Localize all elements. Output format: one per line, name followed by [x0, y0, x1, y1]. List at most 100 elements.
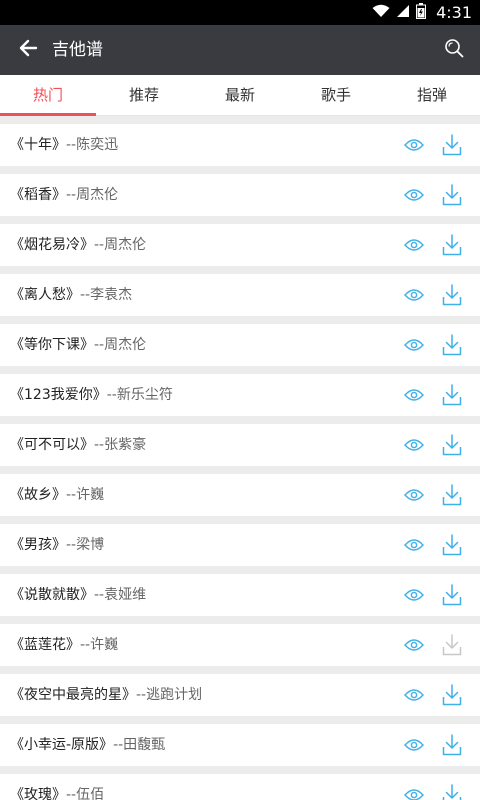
- list-item[interactable]: 《稻香》--周杰伦: [0, 174, 480, 216]
- tab-fingerstyle[interactable]: 指弹: [384, 75, 480, 115]
- download-icon[interactable]: [441, 283, 463, 307]
- wifi-icon: [372, 3, 390, 22]
- song-title: 《夜空中最亮的星》: [10, 687, 136, 703]
- eye-icon[interactable]: [403, 435, 425, 455]
- download-icon[interactable]: [441, 533, 463, 557]
- song-title: 《123我爱你》: [10, 387, 107, 403]
- download-icon[interactable]: [441, 183, 463, 207]
- song-artist: --周杰伦: [94, 337, 147, 353]
- eye-icon[interactable]: [403, 235, 425, 255]
- song-list: 《十年》--陈奕迅 《稻香》--周杰伦 《烟花易冷》--周杰伦 《离人愁》--李袁杰《…: [0, 124, 480, 800]
- song-artist: --周杰伦: [94, 237, 147, 253]
- search-button[interactable]: [438, 34, 470, 66]
- list-item[interactable]: 《故乡》--许巍: [0, 474, 480, 516]
- signal-icon: [396, 3, 410, 22]
- eye-icon[interactable]: [403, 185, 425, 205]
- download-icon[interactable]: [441, 683, 463, 707]
- song-title: 《稻香》: [10, 187, 66, 203]
- eye-icon[interactable]: [403, 335, 425, 355]
- song-title: 《烟花易冷》: [10, 237, 94, 253]
- list-item[interactable]: 《蓝莲花》--许巍: [0, 624, 480, 666]
- tab-latest[interactable]: 最新: [192, 75, 288, 115]
- song-artist: --周杰伦: [66, 187, 119, 203]
- song-title: 《小幸运-原版》: [10, 737, 114, 753]
- song-entry: 《十年》--陈奕迅: [10, 124, 118, 166]
- song-entry: 《烟花易冷》--周杰伦: [10, 224, 146, 266]
- download-icon[interactable]: [441, 733, 463, 757]
- tab-hot[interactable]: 热门: [0, 75, 96, 116]
- list-item[interactable]: 《夜空中最亮的星》--逃跑计划: [0, 674, 480, 716]
- eye-icon[interactable]: [403, 785, 425, 800]
- tab-bar: 热门 推荐 最新 歌手 指弹: [0, 75, 480, 116]
- song-title: 《男孩》: [10, 537, 66, 553]
- tab-singers[interactable]: 歌手: [288, 75, 384, 115]
- song-artist: --梁博: [66, 537, 105, 553]
- song-entry: 《说散就散》--袁娅维: [10, 574, 146, 616]
- song-title: 《玫瑰》: [10, 787, 66, 800]
- eye-icon[interactable]: [403, 735, 425, 755]
- download-icon[interactable]: [441, 233, 463, 257]
- song-artist: --逃跑计划: [136, 687, 203, 703]
- list-item[interactable]: 《可不可以》--张紫豪: [0, 424, 480, 466]
- download-icon[interactable]: [441, 383, 463, 407]
- eye-icon[interactable]: [403, 635, 425, 655]
- download-icon[interactable]: [441, 433, 463, 457]
- song-title: 《蓝莲花》: [10, 637, 80, 653]
- status-bar: 4:31: [0, 0, 480, 25]
- download-icon[interactable]: [441, 133, 463, 157]
- song-entry: 《玫瑰》--伍佰: [10, 774, 104, 800]
- list-item[interactable]: 《男孩》--梁博: [0, 524, 480, 566]
- song-artist: --袁娅维: [94, 587, 147, 603]
- eye-icon[interactable]: [403, 135, 425, 155]
- list-item[interactable]: 《烟花易冷》--周杰伦: [0, 224, 480, 266]
- download-icon[interactable]: [441, 583, 463, 607]
- song-artist: --许巍: [80, 637, 119, 653]
- song-title: 《等你下课》: [10, 337, 94, 353]
- search-icon: [444, 38, 464, 62]
- song-entry: 《男孩》--梁博: [10, 524, 104, 566]
- status-icons: 4:31: [372, 0, 472, 25]
- page-title: 吉他谱: [52, 40, 103, 60]
- download-icon[interactable]: [441, 483, 463, 507]
- arrow-left-icon: [18, 38, 38, 62]
- eye-icon[interactable]: [403, 385, 425, 405]
- song-entry: 《稻香》--周杰伦: [10, 174, 118, 216]
- song-entry: 《等你下课》--周杰伦: [10, 324, 146, 366]
- list-item[interactable]: 《等你下课》--周杰伦: [0, 324, 480, 366]
- list-item[interactable]: 《说散就散》--袁娅维: [0, 574, 480, 616]
- song-title: 《说散就散》: [10, 587, 94, 603]
- song-title: 《离人愁》: [10, 287, 80, 303]
- song-entry: 《故乡》--许巍: [10, 474, 104, 516]
- list-item[interactable]: 《123我爱你》--新乐尘符: [0, 374, 480, 416]
- download-icon[interactable]: [441, 333, 463, 357]
- eye-icon[interactable]: [403, 285, 425, 305]
- download-icon[interactable]: [441, 783, 463, 800]
- song-artist: --伍佰: [66, 787, 105, 800]
- eye-icon[interactable]: [403, 485, 425, 505]
- download-icon: [441, 633, 463, 657]
- list-item[interactable]: 《小幸运-原版》--田馥甄: [0, 724, 480, 766]
- tab-recommended[interactable]: 推荐: [96, 75, 192, 115]
- eye-icon[interactable]: [403, 535, 425, 555]
- song-artist: --田馥甄: [113, 737, 166, 753]
- song-artist: --李袁杰: [80, 287, 133, 303]
- song-entry: 《可不可以》--张紫豪: [10, 424, 146, 466]
- back-button[interactable]: [12, 34, 44, 66]
- list-item[interactable]: 《玫瑰》--伍佰: [0, 774, 480, 800]
- song-artist: --许巍: [66, 487, 105, 503]
- song-entry: 《123我爱你》--新乐尘符: [10, 374, 173, 416]
- eye-icon[interactable]: [403, 585, 425, 605]
- eye-icon[interactable]: [403, 685, 425, 705]
- song-entry: 《蓝莲花》--许巍: [10, 624, 118, 666]
- song-entry: 《小幸运-原版》--田馥甄: [10, 724, 165, 766]
- song-artist: --张紫豪: [94, 437, 147, 453]
- song-title: 《故乡》: [10, 487, 66, 503]
- status-time: 4:31: [436, 3, 472, 22]
- list-item[interactable]: 《十年》--陈奕迅: [0, 124, 480, 166]
- app-bar: 吉他谱: [0, 25, 480, 75]
- song-title: 《十年》: [10, 137, 66, 153]
- battery-icon: [416, 2, 427, 23]
- song-artist: --陈奕迅: [66, 137, 119, 153]
- list-item[interactable]: 《离人愁》--李袁杰: [0, 274, 480, 316]
- song-title: 《可不可以》: [10, 437, 94, 453]
